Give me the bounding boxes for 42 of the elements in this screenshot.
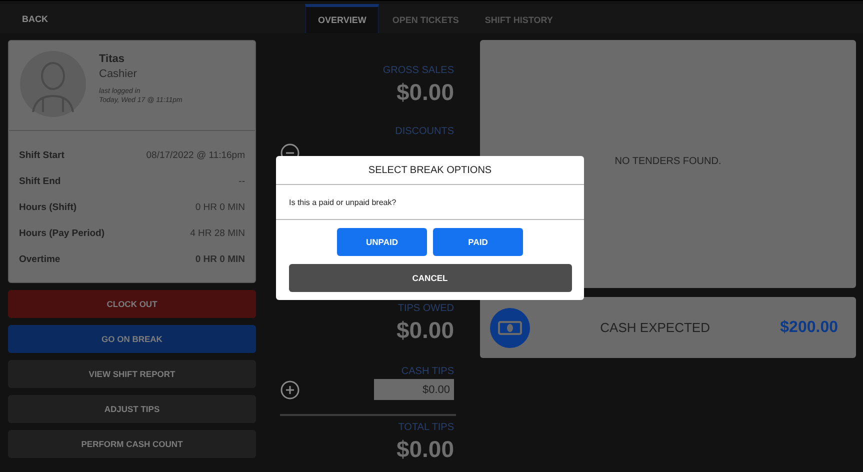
summary-label: DISCOUNTS	[395, 126, 454, 137]
action-button[interactable]: GO ON BREAK	[8, 325, 256, 353]
summary-amount: $0.00	[396, 436, 454, 463]
detail-label: Shift End	[19, 176, 61, 186]
back-button[interactable]: BACK	[0, 4, 300, 33]
dialog-title: SELECT BREAK OPTIONS	[276, 156, 584, 185]
summary-label: CASH TIPS	[401, 366, 454, 377]
add-button[interactable]	[280, 380, 300, 400]
tab[interactable]: SHIFT HISTORY	[472, 4, 566, 33]
plus-icon	[280, 380, 300, 400]
summary-label: TOTAL TIPS	[398, 422, 454, 433]
detail-label: Overtime	[19, 254, 60, 264]
detail-label: Shift Start	[19, 150, 64, 160]
action-button[interactable]: ADJUST TIPS	[8, 395, 256, 423]
summary-amount: $0.00	[396, 79, 454, 106]
tab[interactable]: OPEN TICKETS	[379, 4, 472, 33]
detail-value: 0 HR 0 MIN	[195, 202, 245, 212]
dialog-message: Is this a paid or unpaid break?	[276, 185, 584, 220]
dialog-button[interactable]: PAID	[433, 228, 523, 256]
cash-expected-label: CASH EXPECTED	[599, 320, 711, 335]
tab[interactable]: OVERVIEW	[305, 4, 380, 33]
detail-value: 4 HR 28 MIN	[190, 228, 245, 238]
action-button[interactable]: PERFORM CASH COUNT	[8, 430, 256, 458]
detail-value: --	[238, 176, 245, 186]
cash-tips-input[interactable]: $0.00	[374, 379, 454, 400]
detail-label: Hours (Pay Period)	[19, 228, 105, 238]
cash-icon	[490, 308, 530, 348]
detail-value: 0 HR 0 MIN	[195, 254, 245, 264]
detail-value: 08/17/2022 @ 11:16pm	[146, 150, 245, 160]
action-button[interactable]: CLOCK OUT	[8, 290, 256, 318]
detail-label: Hours (Shift)	[19, 202, 77, 212]
employee-role: Cashier	[99, 68, 138, 80]
summary-label: GROSS SALES	[382, 65, 454, 76]
cash-expected-amount: $200.00	[780, 318, 838, 336]
employee-name: Titas	[99, 53, 126, 65]
action-button[interactable]: VIEW SHIFT REPORT	[8, 360, 256, 388]
cancel-button[interactable]: CANCEL	[288, 264, 572, 292]
summary-amount: $0.00	[396, 317, 454, 344]
dialog-button[interactable]: UNPAID	[337, 228, 427, 256]
avatar-icon	[19, 50, 87, 118]
summary-label: TIPS OWED	[398, 303, 454, 314]
empty-message: NO TENDERS FOUND.	[614, 156, 722, 168]
